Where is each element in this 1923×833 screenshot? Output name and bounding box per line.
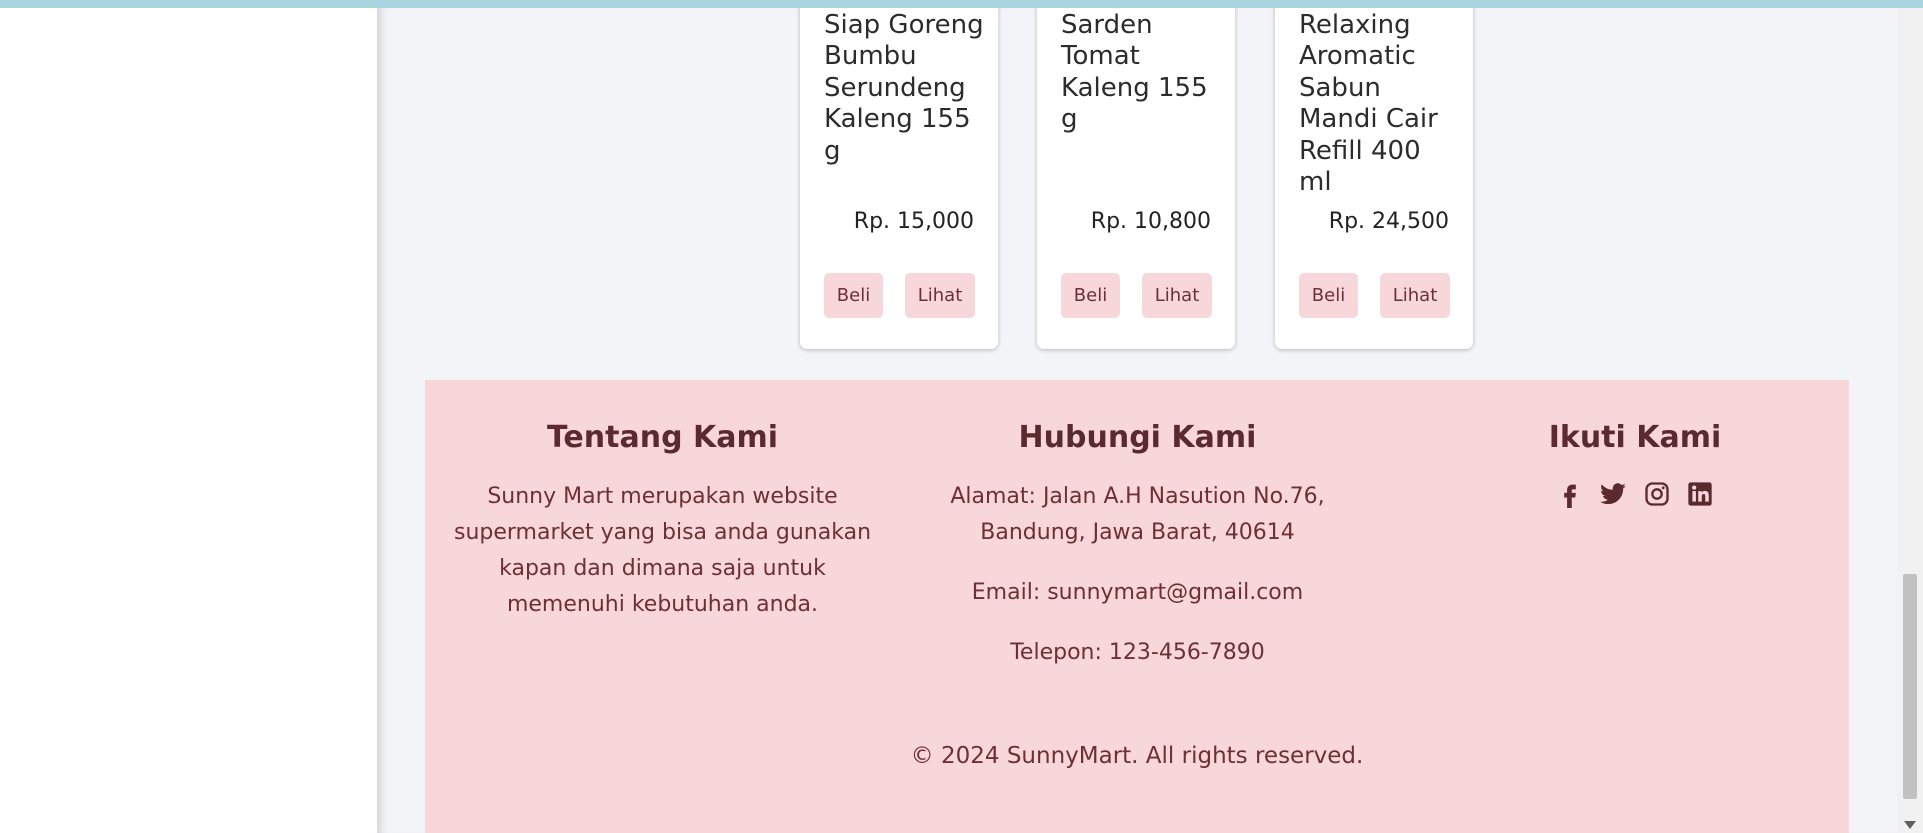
product-price: Rp. 24,500 [1328, 209, 1449, 234]
instagram-icon[interactable] [1643, 480, 1671, 508]
footer: Tentang Kami Sunny Mart merupakan websit… [425, 380, 1849, 833]
product-title[interactable]: Biore Relaxing Aromatic Sabun Mandi Cair… [1299, 8, 1459, 199]
vertical-scrollbar[interactable] [1897, 8, 1923, 833]
scroll-down-arrow-icon[interactable] [1904, 821, 1916, 829]
product-title[interactable]: ABC Sarden Siap Goreng Bumbu Serundeng K… [824, 8, 984, 167]
product-card: Biore Relaxing Aromatic Sabun Mandi Cair… [1275, 8, 1473, 349]
linkedin-icon[interactable] [1686, 480, 1714, 508]
social-icons [1475, 480, 1795, 508]
footer-about-heading: Tentang Kami [546, 420, 779, 455]
view-button[interactable]: Lihat [905, 273, 975, 318]
product-card: Asahi Sarden Tomat Kaleng 155 g Rp. 10,8… [1037, 8, 1235, 349]
buy-button[interactable]: Beli [1299, 273, 1358, 318]
product-card: ABC Sarden Siap Goreng Bumbu Serundeng K… [800, 8, 998, 349]
facebook-icon[interactable] [1556, 480, 1584, 508]
buy-button[interactable]: Beli [824, 273, 883, 318]
product-price: Rp. 15,000 [853, 209, 974, 234]
footer-about-text: Sunny Mart merupakan website supermarket… [453, 484, 872, 617]
footer-email[interactable]: Email: sunnymart@gmail.com [925, 575, 1350, 611]
browser-top-bar [0, 0, 1923, 8]
footer-copyright: © 2024 SunnyMart. All rights reserved. [910, 743, 1364, 769]
footer-address: Alamat: Jalan A.H Nasution No.76, Bandun… [950, 484, 1325, 545]
sidebar [0, 8, 377, 833]
scrollbar-thumb[interactable] [1903, 574, 1917, 799]
footer-contact-heading: Hubungi Kami [1018, 420, 1257, 455]
main-content: ABC Sarden Siap Goreng Bumbu Serundeng K… [377, 8, 1897, 833]
footer-social-heading: Ikuti Kami [1548, 420, 1722, 455]
twitter-icon[interactable] [1599, 480, 1627, 508]
view-button[interactable]: Lihat [1380, 273, 1450, 318]
view-button[interactable]: Lihat [1142, 273, 1212, 318]
footer-phone: Telepon: 123-456-7890 [1010, 640, 1265, 665]
product-price: Rp. 10,800 [1090, 209, 1211, 234]
product-title[interactable]: Asahi Sarden Tomat Kaleng 155 g [1061, 8, 1221, 136]
buy-button[interactable]: Beli [1061, 273, 1120, 318]
